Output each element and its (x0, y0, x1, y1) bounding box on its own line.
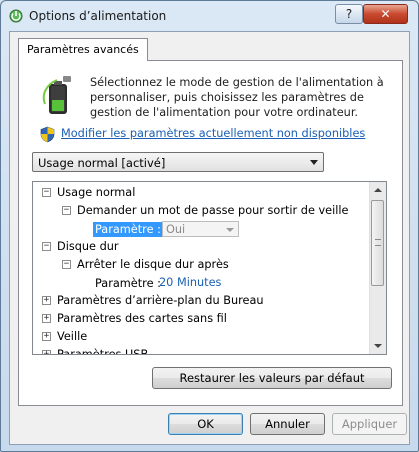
collapse-icon[interactable]: − (62, 206, 71, 215)
collapse-icon[interactable]: − (42, 242, 51, 251)
expand-icon[interactable]: + (42, 350, 51, 354)
chevron-down-icon (226, 228, 234, 232)
close-button[interactable]: ✕ (363, 4, 408, 24)
tree-item-label: Veille (57, 330, 88, 343)
expand-icon[interactable]: + (42, 296, 51, 305)
tree-item-label: Paramètres USB (57, 348, 149, 355)
tree-item-label: Demander un mot de passe pour sortir de … (77, 204, 349, 217)
cancel-button[interactable]: Annuler (250, 413, 325, 435)
dialog-window: Options d’alimentation ? ✕ Paramètres av… (0, 0, 419, 452)
param-label: Paramètre : (95, 277, 161, 290)
change-unavailable-settings-link[interactable]: Modifier les paramètres actuellement non… (61, 127, 365, 140)
vertical-scrollbar[interactable] (369, 182, 386, 354)
password-param-value: Oui (166, 223, 186, 236)
description-text: Sélectionnez le mode de gestion de l'ali… (90, 76, 384, 119)
power-plan-select[interactable]: Usage normal [activé] (32, 152, 324, 172)
restore-defaults-button[interactable]: Restaurer les valeurs par défaut (152, 367, 392, 389)
tab-advanced-settings[interactable]: Paramètres avancés (18, 38, 148, 61)
password-param-select[interactable]: Oui (162, 221, 239, 237)
tree-item-disk-param[interactable]: Paramètre : 20 Minutes (33, 274, 353, 292)
tree-item-label: Disque dur (57, 240, 119, 253)
power-plan-select-value: Usage normal [activé] (38, 156, 166, 170)
battery-plug-icon (42, 76, 71, 114)
tree-item-label: Usage normal (57, 186, 136, 199)
scroll-up-icon[interactable] (374, 188, 382, 192)
ok-button[interactable]: OK (168, 413, 243, 435)
tab-panel: Sélectionnez le mode de gestion de l'ali… (18, 60, 403, 406)
collapse-icon[interactable]: − (42, 188, 51, 197)
collapse-icon[interactable]: − (62, 260, 71, 269)
disk-param-value[interactable]: 20 Minutes (159, 274, 221, 292)
expand-icon[interactable]: + (42, 332, 51, 341)
grip-icon (375, 239, 381, 246)
dialog-body: Paramètres avancés Sélectionnez le mode … (9, 31, 410, 445)
power-options-icon (9, 9, 23, 23)
title-bar[interactable]: Options d’alimentation ? ✕ (1, 1, 418, 31)
window-title: Options d’alimentation (29, 9, 167, 23)
tree-item-label: Arrêter le disque dur après (77, 258, 229, 271)
scroll-thumb[interactable] (371, 200, 384, 286)
param-label-selected: Paramètre : (93, 222, 163, 237)
scroll-down-icon[interactable] (374, 344, 382, 348)
tree-item-label: Paramètres d’arrière-plan du Bureau (57, 294, 264, 307)
tree-item-label: Paramètres des cartes sans fil (57, 312, 227, 325)
tree-item-password-param[interactable]: Paramètre : Oui (33, 220, 353, 238)
uac-shield-icon (40, 126, 55, 143)
apply-button[interactable]: Appliquer (332, 413, 407, 435)
expand-icon[interactable]: + (42, 314, 51, 323)
settings-tree[interactable]: − Usage normal − Demander un mot de pass… (32, 181, 387, 355)
chevron-down-icon (310, 160, 318, 165)
help-button[interactable]: ? (335, 4, 363, 24)
